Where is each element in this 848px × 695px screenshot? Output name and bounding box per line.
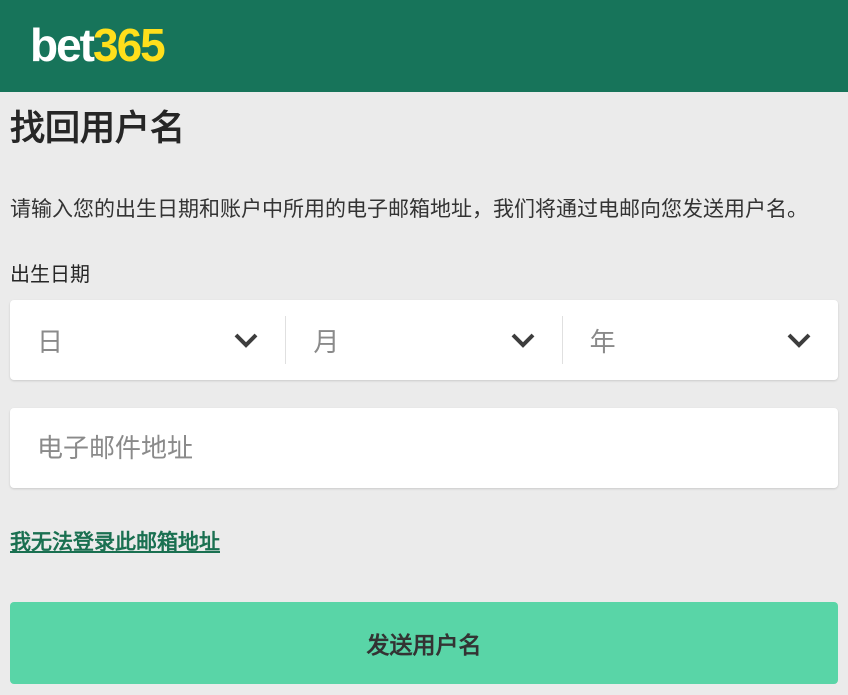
dob-select-row: 日 月 年 [10,300,838,380]
day-select-placeholder: 日 [37,322,63,359]
app-header: bet365 [0,0,848,92]
logo-text-365: 365 [93,19,164,71]
send-username-button[interactable]: 发送用户名 [10,602,838,684]
chevron-down-icon [787,333,811,348]
bet365-logo[interactable]: bet365 [30,22,164,70]
instruction-text: 请输入您的出生日期和账户中所用的电子邮箱地址，我们将通过电邮向您发送用户名。 [10,197,838,223]
year-select[interactable]: 年 [563,300,838,380]
email-input[interactable] [10,408,838,488]
chevron-down-icon [511,333,535,348]
dob-label: 出生日期 [10,263,838,287]
logo-text-bet: bet [30,19,93,71]
month-select[interactable]: 月 [286,300,561,380]
day-select[interactable]: 日 [10,300,285,380]
recover-username-page: 找回用户名 请输入您的出生日期和账户中所用的电子邮箱地址，我们将通过电邮向您发送… [0,108,848,684]
page-title: 找回用户名 [10,108,838,150]
year-select-placeholder: 年 [590,322,616,359]
chevron-down-icon [234,333,258,348]
month-select-placeholder: 月 [313,322,339,359]
cant-access-email-link[interactable]: 我无法登录此邮箱地址 [10,530,220,556]
